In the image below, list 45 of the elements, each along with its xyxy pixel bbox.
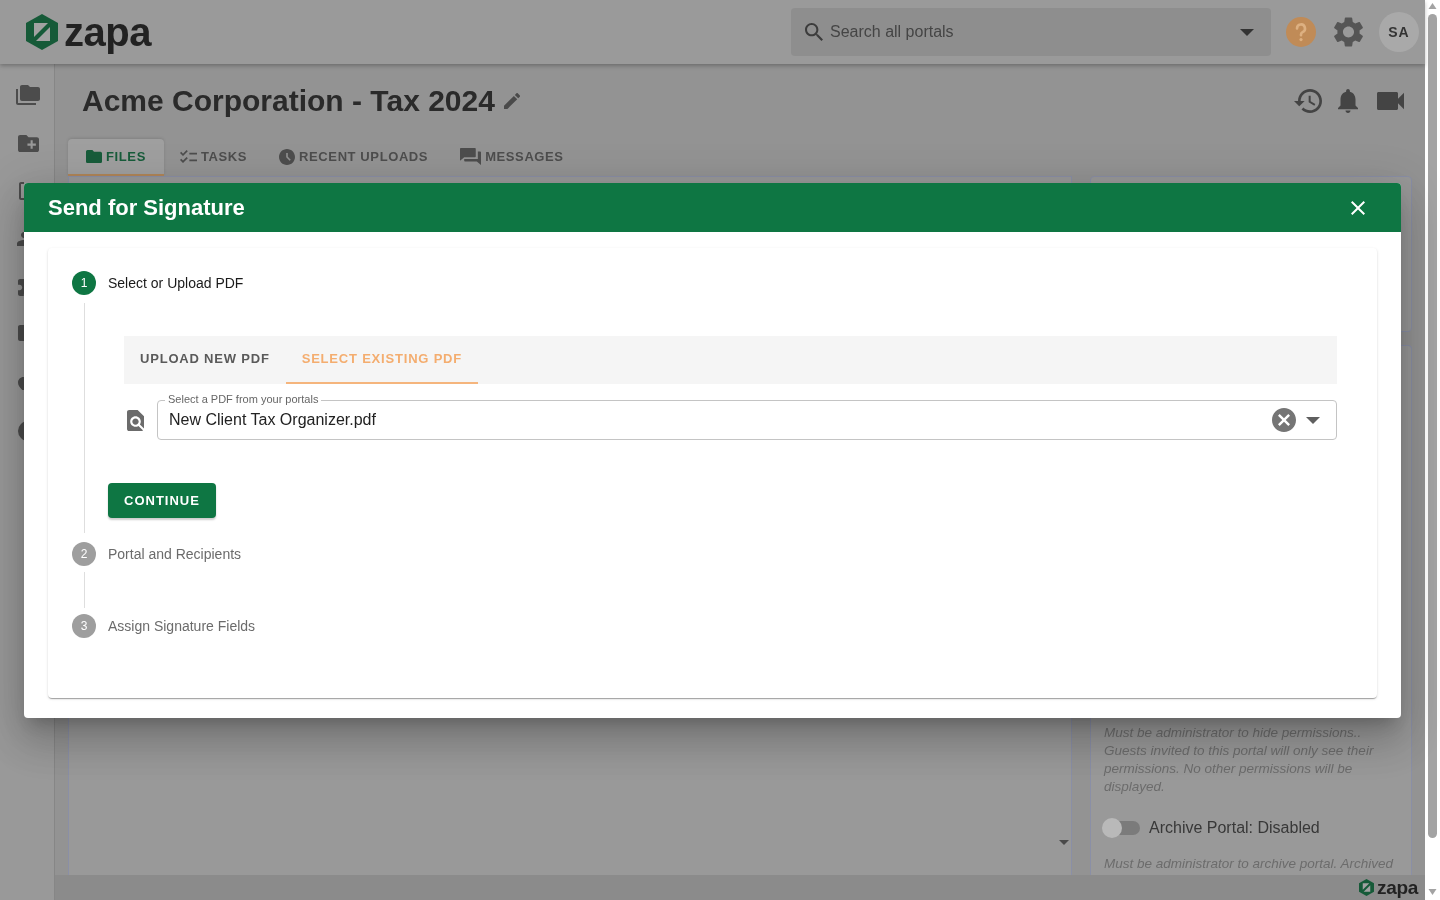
toggle-switch[interactable] bbox=[1102, 818, 1142, 838]
step-number: 3 bbox=[72, 614, 96, 638]
hexagon-logo-icon bbox=[1358, 879, 1374, 896]
tab[interactable]: FILES bbox=[68, 139, 164, 176]
hexagon-logo-icon[interactable] bbox=[26, 14, 58, 50]
file-search-icon bbox=[127, 409, 144, 431]
page-title: Acme Corporation - Tax 2024 bbox=[82, 86, 495, 116]
caret-down-icon[interactable] bbox=[1240, 29, 1254, 36]
history-icon[interactable] bbox=[1294, 89, 1322, 113]
search-field[interactable]: Search all portals bbox=[791, 8, 1271, 56]
step-label: Select or Upload PDF bbox=[108, 273, 244, 293]
square-outline-icon[interactable] bbox=[19, 182, 24, 200]
logo-text[interactable]: zapa bbox=[64, 12, 151, 52]
caret-down-icon[interactable] bbox=[1059, 840, 1069, 845]
new-folder-icon[interactable] bbox=[18, 134, 39, 152]
tab[interactable]: RECENT UPLOADS bbox=[263, 139, 445, 176]
settings-icon[interactable] bbox=[1334, 17, 1363, 47]
heart-icon[interactable] bbox=[18, 376, 24, 390]
toggle-label: Archive Portal: Disabled bbox=[1149, 818, 1320, 838]
step-number: 2 bbox=[72, 542, 96, 566]
step-label: Assign Signature Fields bbox=[108, 616, 256, 636]
logo-text: zapa bbox=[1376, 878, 1418, 897]
chat-bubbles-icon bbox=[460, 148, 482, 165]
tab[interactable]: TASKS bbox=[164, 139, 264, 176]
close-icon[interactable] bbox=[1351, 200, 1365, 215]
step-number: 1 bbox=[72, 271, 96, 295]
video-camera-icon[interactable] bbox=[1377, 92, 1404, 110]
dialog-title: Send for Signature bbox=[48, 196, 245, 219]
step-label: Portal and Recipients bbox=[108, 544, 242, 564]
pencil-icon[interactable] bbox=[503, 93, 520, 109]
puzzle-icon[interactable] bbox=[18, 278, 24, 296]
field-label: Select a PDF from your portals bbox=[165, 392, 322, 406]
continue-button[interactable]: CONTINUE bbox=[108, 483, 216, 518]
folder-icon bbox=[86, 150, 103, 163]
tab[interactable]: UPLOAD NEW PDF bbox=[124, 336, 286, 384]
avatar[interactable]: SA bbox=[1379, 12, 1419, 52]
checklist-icon bbox=[180, 150, 197, 163]
tab[interactable]: MESSAGES bbox=[444, 139, 580, 176]
search-icon bbox=[805, 23, 823, 41]
people-icon[interactable] bbox=[17, 232, 24, 246]
bell-icon[interactable] bbox=[1338, 89, 1358, 113]
clear-icon[interactable] bbox=[1272, 408, 1296, 432]
clock-icon bbox=[279, 148, 296, 165]
caret-down-icon[interactable] bbox=[1306, 417, 1320, 424]
stacked-folders-icon[interactable] bbox=[16, 85, 40, 105]
